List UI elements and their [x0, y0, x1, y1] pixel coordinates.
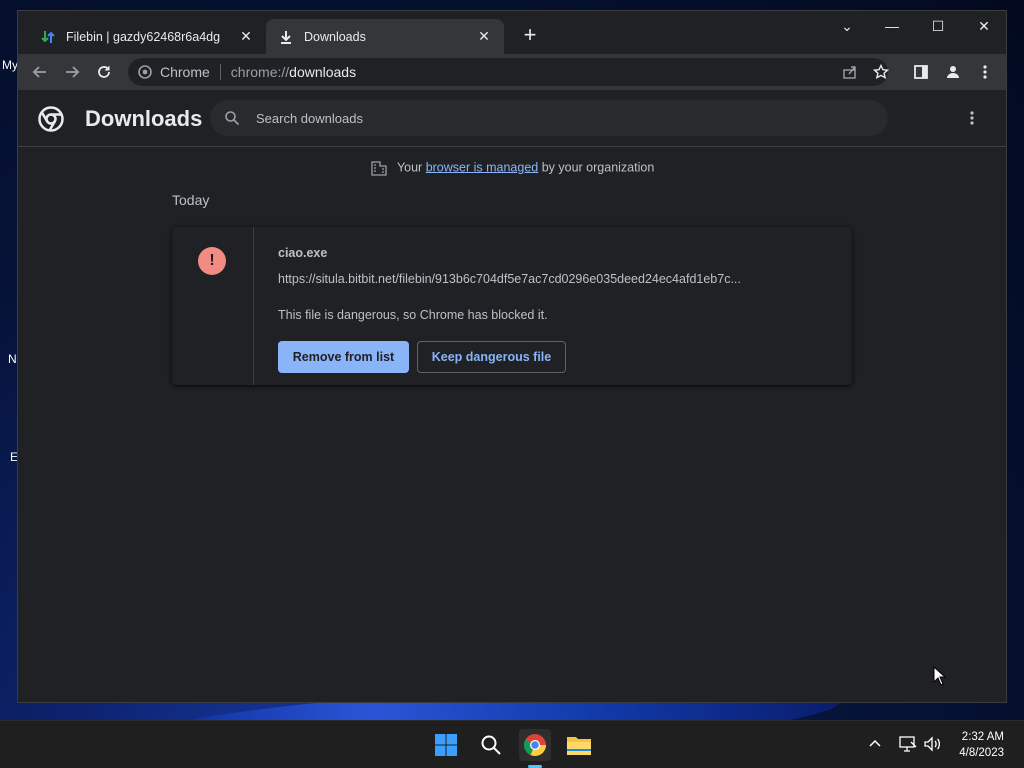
side-panel-button[interactable] [909, 60, 933, 84]
download-item: ! ciao.exe https://situla.bitbit.net/fil… [172, 227, 852, 385]
remove-from-list-button[interactable]: Remove from list [278, 341, 409, 373]
back-button[interactable] [28, 60, 52, 84]
chrome-icon [138, 65, 152, 79]
arrow-right-icon [66, 66, 80, 78]
page-menu-button[interactable] [962, 110, 982, 130]
downloads-page: Downloads Your browser is managed by you… [18, 90, 1006, 702]
reload-icon [98, 66, 110, 78]
tab-search-button[interactable]: ⌄ [824, 11, 870, 41]
new-tab-button[interactable]: + [518, 24, 542, 48]
person-icon [947, 66, 959, 78]
close-icon[interactable]: ✕ [476, 28, 492, 45]
clock-date: 4/8/2023 [959, 747, 1004, 759]
search-button[interactable] [475, 729, 507, 761]
file-status: This file is dangerous, so Chrome has bl… [278, 308, 548, 322]
windows-icon [435, 734, 457, 756]
chrome-icon [524, 734, 546, 756]
taskbar-chrome[interactable] [519, 729, 551, 761]
side-panel-icon [914, 65, 928, 79]
chevron-up-icon [869, 739, 881, 747]
search-icon [481, 735, 501, 755]
bookmark-button[interactable] [869, 60, 893, 84]
tab-strip: Filebin | gazdy62468r6a4dg ✕ Downloads ✕… [18, 11, 1006, 54]
managed-link[interactable]: browser is managed [426, 160, 539, 174]
building-icon [371, 161, 387, 176]
browser-window: Filebin | gazdy62468r6a4dg ✕ Downloads ✕… [17, 10, 1007, 703]
kebab-menu-icon [970, 111, 974, 125]
browser-toolbar: Chrome chrome://downloads [18, 54, 1006, 90]
network-button[interactable] [899, 736, 917, 755]
start-button[interactable] [430, 729, 462, 761]
download-icon-column: ! [172, 227, 254, 385]
taskbar: 2:32 AM 4/8/2023 [0, 720, 1024, 768]
managed-suffix: by your organization [538, 160, 655, 175]
kebab-menu-icon [983, 65, 987, 79]
minimize-button[interactable]: — [869, 11, 915, 41]
search-downloads[interactable] [210, 100, 888, 136]
volume-button[interactable] [923, 736, 941, 755]
address-bar[interactable]: Chrome chrome://downloads [128, 58, 888, 86]
star-icon [873, 64, 889, 79]
desktop-icon-label[interactable]: N [8, 352, 17, 366]
clock-time: 2:32 AM [961, 731, 1004, 743]
tab-title: Downloads [304, 29, 366, 44]
search-icon [225, 111, 240, 126]
file-name: ciao.exe [278, 246, 328, 260]
reload-button[interactable] [92, 60, 116, 84]
tab-downloads[interactable]: Downloads ✕ [266, 19, 504, 54]
tab-filebin[interactable]: Filebin | gazdy62468r6a4dg ✕ [28, 19, 266, 54]
keep-dangerous-file-button[interactable]: Keep dangerous file [417, 341, 566, 373]
search-input[interactable] [256, 110, 816, 126]
file-url[interactable]: https://situla.bitbit.net/filebin/913b6c… [278, 272, 778, 286]
divider [219, 64, 221, 80]
download-icon [278, 29, 294, 45]
network-icon [899, 736, 917, 752]
profile-button[interactable] [941, 60, 965, 84]
danger-icon: ! [198, 247, 226, 275]
desktop-icon-label[interactable]: My [2, 58, 18, 72]
close-icon[interactable]: ✕ [238, 28, 254, 45]
forward-button[interactable] [60, 60, 84, 84]
date-header: Today [172, 192, 210, 208]
close-window-button[interactable]: ✕ [961, 11, 1007, 41]
url-scheme: chrome:// [230, 64, 290, 80]
system-clock[interactable]: 2:32 AM 4/8/2023 [959, 729, 1004, 761]
url-host: downloads [289, 64, 357, 80]
share-button[interactable] [838, 60, 862, 84]
downloads-header: Downloads [18, 90, 1006, 147]
folder-icon [567, 737, 591, 755]
show-hidden-icons-button[interactable] [869, 735, 881, 750]
site-chip: Chrome [160, 64, 210, 80]
chrome-logo-icon [38, 106, 64, 132]
speaker-icon [924, 736, 941, 752]
arrow-left-icon [32, 66, 46, 78]
share-icon [843, 66, 856, 79]
mouse-cursor-icon [933, 666, 947, 686]
chrome-menu-button[interactable] [973, 60, 997, 84]
filebin-icon [40, 29, 56, 45]
page-title: Downloads [85, 106, 203, 131]
taskbar-file-explorer[interactable] [563, 729, 595, 761]
maximize-button[interactable]: ☐ [915, 11, 961, 41]
managed-prefix: Your [396, 160, 426, 175]
tab-title: Filebin | gazdy62468r6a4dg [66, 29, 221, 44]
managed-notice: Your browser is managed by your organiza… [18, 160, 1006, 176]
